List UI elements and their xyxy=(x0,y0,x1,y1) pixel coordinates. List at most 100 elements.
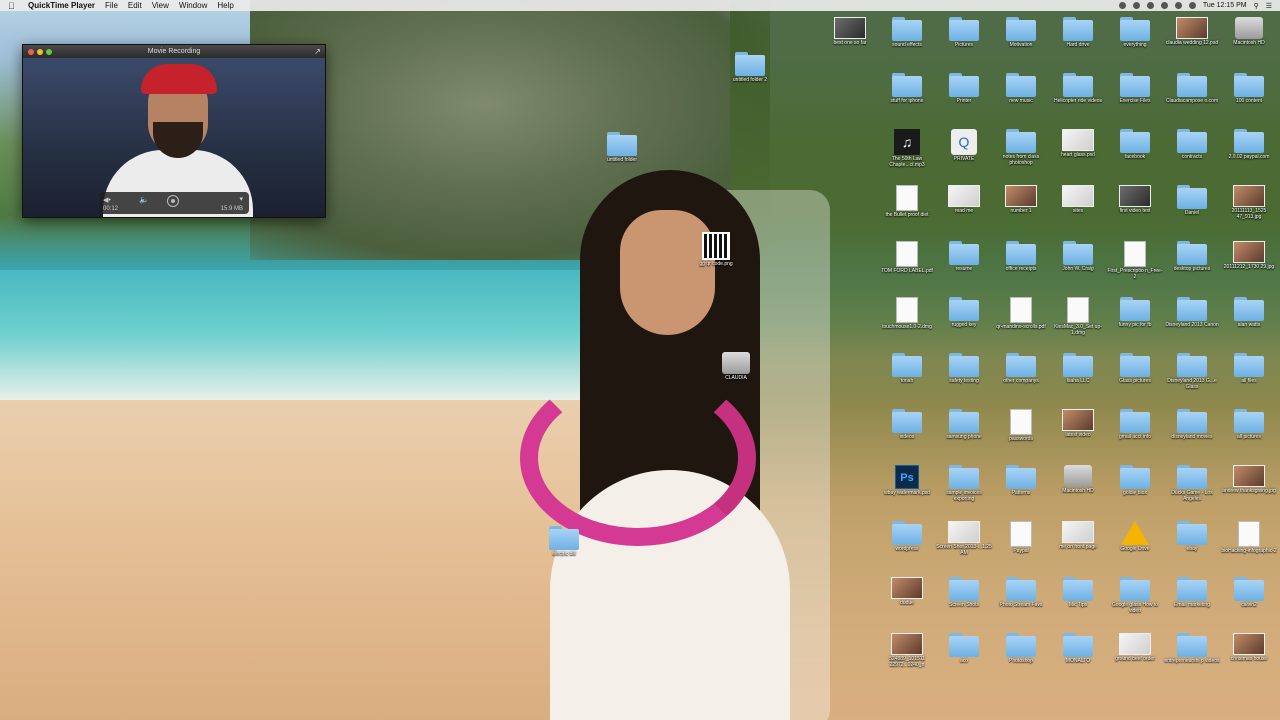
desktop-item[interactable]: desktop pictures xyxy=(1164,241,1220,272)
desktop-item[interactable]: samsung phone xyxy=(936,409,992,440)
desktop-item[interactable]: Screen Shot 2013-...1.25 AM xyxy=(936,521,992,556)
desktop-item[interactable]: Pictures xyxy=(936,17,992,48)
desktop-item[interactable]: untitled folder 2 xyxy=(722,52,778,83)
desktop-item[interactable]: Google glass How to video xyxy=(1107,577,1163,614)
desktop-item[interactable]: Screen Shots xyxy=(936,577,992,608)
desktop-item[interactable]: claudia wedding 12.psd xyxy=(1164,17,1220,46)
fullscreen-icon[interactable]: ↗ xyxy=(314,45,321,58)
desktop-item[interactable]: me on front page xyxy=(1050,521,1106,550)
desktop-item[interactable]: 2.0.02 paypal.com xyxy=(1221,129,1277,160)
desktop-item[interactable]: CLAUDIA xyxy=(708,352,764,381)
desktop-item[interactable]: Exercise Files xyxy=(1107,73,1163,104)
sync-status-icon[interactable] xyxy=(1132,2,1140,9)
record-button[interactable] xyxy=(167,195,179,207)
menu-window[interactable]: Window xyxy=(179,1,207,10)
window-title-bar[interactable]: Movie Recording ↗ xyxy=(23,45,325,58)
minimize-window-icon[interactable] xyxy=(37,49,43,55)
desktop-item[interactable]: wordpress xyxy=(879,521,935,552)
desktop-item[interactable]: gmail acct info xyxy=(1107,409,1163,440)
desktop-item[interactable]: facebook xyxy=(1107,129,1163,160)
desktop-item[interactable]: Helicopter ride videos xyxy=(1050,73,1106,104)
desktop-item[interactable]: everything xyxy=(1107,17,1163,48)
menu-clock[interactable]: Tue 12:15 PM xyxy=(1203,2,1247,9)
desktop-item[interactable]: stuff for iphone xyxy=(879,73,935,104)
desktop-item[interactable]: first video test xyxy=(1107,185,1163,214)
options-dropdown-icon[interactable]: ▾ xyxy=(239,195,243,203)
desktop-item[interactable]: 20111212_1730 29.jpg xyxy=(1221,241,1277,270)
desktop-item[interactable]: KiesMac_3.0_Set up-1.dmg xyxy=(1050,297,1106,336)
menu-help[interactable]: Help xyxy=(217,1,233,10)
desktop-item[interactable]: disneyland movies xyxy=(1164,409,1220,440)
desktop-item[interactable]: Patterns xyxy=(993,465,1049,496)
desktop-item[interactable]: new music xyxy=(993,73,1049,104)
desktop-item[interactable]: Photoshop xyxy=(993,633,1049,664)
volume-icon[interactable] xyxy=(1174,2,1182,9)
desktop-item[interactable]: Ps wbay watermark.psd xyxy=(879,465,935,496)
menu-file[interactable]: File xyxy=(105,1,118,10)
desktop-item[interactable]: alan watts xyxy=(1221,297,1277,328)
desktop-item[interactable]: all files xyxy=(1221,353,1277,384)
desktop-item[interactable]: sample invoices exporting xyxy=(936,465,992,502)
desktop-item[interactable]: latest video xyxy=(1050,409,1106,438)
wifi-icon[interactable] xyxy=(1160,2,1168,9)
desktop-item[interactable]: untitled folder xyxy=(594,132,650,163)
desktop-item[interactable]: 100 content xyxy=(1221,73,1277,104)
desktop-item[interactable]: other companys xyxy=(993,353,1049,384)
desktop-item[interactable]: Daniel xyxy=(1164,185,1220,216)
desktop-item[interactable]: the Bullet proof diet xyxy=(879,185,935,218)
desktop-item[interactable]: andrew thanksgiving.jpg xyxy=(1221,465,1277,494)
desktop-item[interactable]: christmas house xyxy=(1221,633,1277,662)
zoom-window-icon[interactable] xyxy=(46,49,52,55)
battery-icon[interactable] xyxy=(1188,2,1196,9)
close-window-icon[interactable] xyxy=(28,49,34,55)
desktop-item[interactable]: Disneyland 2013 Canon xyxy=(1164,297,1220,328)
apple-menu-icon[interactable]:  xyxy=(8,1,18,11)
volume-slider-icon[interactable]: ◀• xyxy=(103,196,111,204)
desktop-item[interactable]: Q PRIVATE xyxy=(936,129,992,162)
desktop-item[interactable]: videos xyxy=(879,409,935,440)
desktop-item[interactable]: 20111113_1525 47_913.jpg xyxy=(1221,185,1277,220)
desktop-item[interactable]: read me xyxy=(936,185,992,214)
desktop-item[interactable]: Hard drive xyxy=(1050,17,1106,48)
desktop-item[interactable]: ebay xyxy=(1164,521,1220,552)
desktop-item[interactable]: Printer xyxy=(936,73,992,104)
record-status-icon[interactable] xyxy=(1118,2,1126,9)
desktop-item[interactable]: Motivation xyxy=(993,17,1049,48)
desktop-item[interactable]: all pictures xyxy=(1221,409,1277,440)
desktop-item[interactable]: Ducks Game - Los Angeles xyxy=(1164,465,1220,502)
desktop-item[interactable]: sound effects xyxy=(879,17,935,48)
desktop-item[interactable]: dudue xyxy=(879,577,935,606)
desktop-item[interactable]: goldie blox xyxy=(1107,465,1163,496)
menu-view[interactable]: View xyxy=(152,1,169,10)
desktop-item[interactable]: rugged key xyxy=(936,297,992,328)
desktop-item[interactable]: Photo Stream Favs xyxy=(993,577,1049,608)
desktop-item[interactable]: best one so far xyxy=(822,17,878,46)
desktop-item[interactable]: Paypal xyxy=(993,521,1049,554)
desktop-item[interactable]: Email marketing xyxy=(1164,577,1220,608)
desktop-item[interactable]: 524889_101511 22972...0240_n xyxy=(879,633,935,668)
desktop-item[interactable]: passwords xyxy=(993,409,1049,442)
desktop-item[interactable]: entrepreneurshi p videos xyxy=(1164,633,1220,664)
desktop-item[interactable]: funny pic for fb xyxy=(1107,297,1163,328)
desktop-item[interactable]: office receipts xyxy=(993,241,1049,272)
menu-edit[interactable]: Edit xyxy=(128,1,142,10)
desktop-item[interactable]: electric bill xyxy=(536,526,592,557)
desktop-item[interactable]: notes from class photoshop xyxy=(993,129,1049,166)
desktop-item[interactable]: safety testing xyxy=(936,353,992,384)
desktop-item[interactable]: TOM FORD LABEL.pdf xyxy=(879,241,935,274)
desktop-item[interactable]: aco xyxy=(936,633,992,664)
desktop-item[interactable]: contracts xyxy=(1164,129,1220,160)
desktop-item[interactable]: Glass pictures xyxy=(1107,353,1163,384)
desktop-item[interactable]: Google Drive xyxy=(1107,521,1163,552)
desktop-item[interactable]: Macintosh HD xyxy=(1221,17,1277,46)
app-menu[interactable]: QuickTime Player xyxy=(28,1,95,10)
desktop-item[interactable]: Claudiacampose o.com xyxy=(1164,73,1220,104)
desktop-item[interactable]: Disneyland 2013 G...e Glass xyxy=(1164,353,1220,390)
desktop-item[interactable]: ♫ The 50th Law Chapte...ct.mp3 xyxy=(879,129,935,168)
desktop-item[interactable]: bioHacking-infographic-2 xyxy=(1221,521,1277,554)
bluetooth-icon[interactable] xyxy=(1146,2,1154,9)
desktop-item[interactable]: ground beef order xyxy=(1107,633,1163,662)
desktop-item[interactable]: MONALTO xyxy=(1050,633,1106,664)
spotlight-icon[interactable]: ⚲ xyxy=(1254,2,1259,10)
desktop-item[interactable]: Mic Tips xyxy=(1050,577,1106,608)
